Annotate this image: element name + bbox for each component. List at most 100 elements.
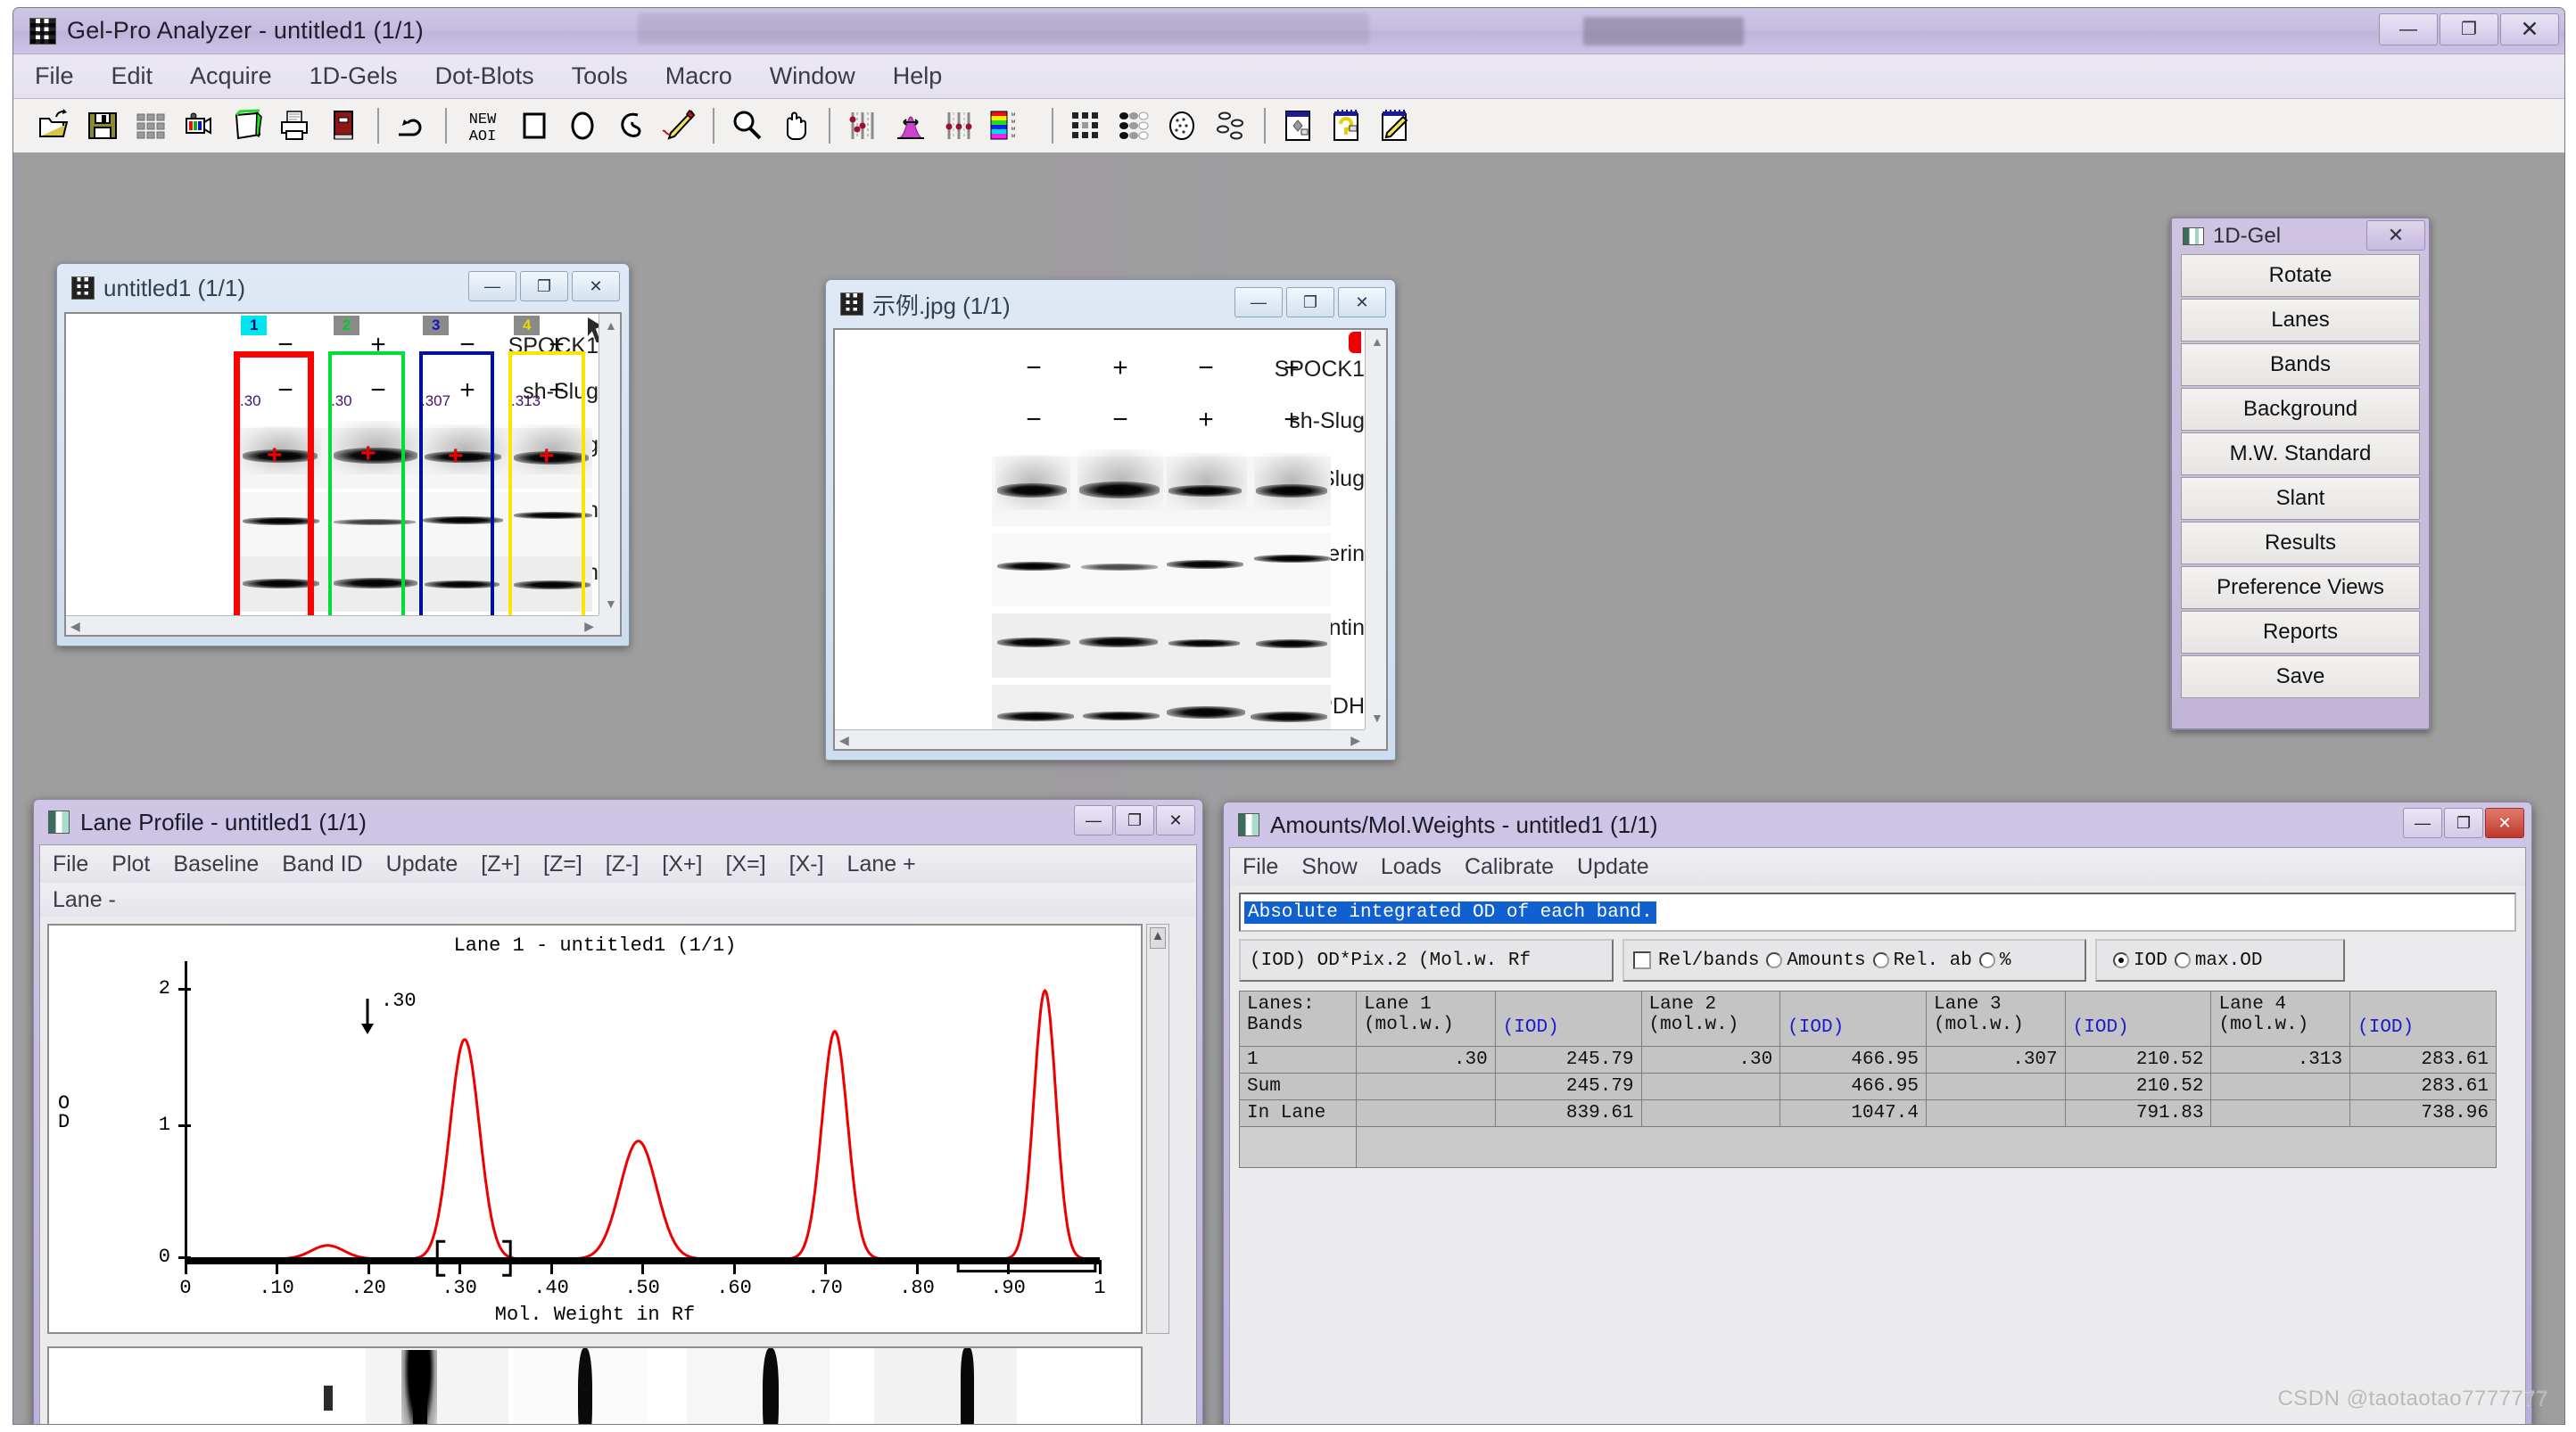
lp-menu-zplus[interactable]: [Z+] [481, 852, 520, 877]
header-lane-2[interactable]: Lane 2 (mol.w.) [1641, 992, 1780, 1047]
lane-profile-close-button[interactable]: ✕ [1156, 805, 1195, 835]
pencil-icon[interactable] [659, 106, 698, 145]
amounts-radio[interactable] [1766, 952, 1782, 968]
bands-icon[interactable] [939, 106, 978, 145]
lane-profile-maximize-button[interactable]: ❐ [1115, 805, 1154, 835]
profile-icon[interactable] [891, 106, 930, 145]
sample-minimize-button[interactable]: — [1234, 287, 1283, 317]
sample-maximize-button[interactable]: ❐ [1286, 287, 1334, 317]
lane-roi-2[interactable] [328, 351, 405, 615]
notes-icon[interactable] [1326, 106, 1366, 145]
lane-strip-preview[interactable] [47, 1346, 1143, 1425]
lane-tag-1[interactable]: 1 [241, 316, 267, 335]
dot-blot-grid-icon[interactable] [1066, 106, 1105, 145]
amounts-maximize-button[interactable]: ❐ [2444, 808, 2483, 838]
table-row[interactable]: 1 .30 245.79 .30 466.95 .307 210.52 .313… [1240, 1047, 2497, 1074]
lane-roi-3[interactable] [419, 351, 494, 615]
button-preference-views[interactable]: Preference Views [2181, 566, 2420, 609]
lane-roi-4[interactable] [508, 351, 585, 615]
amounts-close-button[interactable]: ✕ [2485, 808, 2524, 838]
menu-macro[interactable]: Macro [662, 61, 736, 92]
minimize-button[interactable]: — [2379, 13, 2438, 45]
gel-window-sample[interactable]: 示例.jpg (1/1) — ❐ ✕ SPOCK1 sh-Slug Slug E… [825, 279, 1396, 761]
lane-tag-2[interactable]: 2 [334, 316, 359, 335]
amounts-minimize-button[interactable]: — [2403, 808, 2442, 838]
lp-menu-xminus[interactable]: [X-] [789, 852, 824, 877]
gel-sheet-icon[interactable] [227, 106, 267, 145]
colorbar-icon[interactable]: wwww [987, 106, 1037, 145]
max-od-radio[interactable] [2175, 952, 2191, 968]
header-lane-2-iod[interactable]: (IOD) [1780, 992, 1927, 1047]
pan-hand-icon[interactable] [775, 106, 814, 145]
spots-icon[interactable] [1210, 106, 1250, 145]
resize-grip[interactable] [1365, 729, 1386, 749]
menu-edit[interactable]: Edit [108, 61, 157, 92]
menu-help[interactable]: Help [889, 61, 946, 92]
header-lane-4[interactable]: Lane 4 (mol.w.) [2211, 992, 2350, 1047]
button-slant[interactable]: Slant [2181, 477, 2420, 520]
grid-icon[interactable] [131, 106, 170, 145]
rel-ab-radio[interactable] [1873, 952, 1889, 968]
button-background[interactable]: Background [2181, 388, 2420, 431]
lp-menu-lane-plus[interactable]: Lane + [847, 852, 916, 877]
gel-image-canvas[interactable]: SPOCK1 sh-Slug Slug E-cadherin Vimentin … [66, 314, 599, 615]
am-menu-show[interactable]: Show [1301, 854, 1358, 880]
button-lanes[interactable]: Lanes [2181, 299, 2420, 342]
menu-dot-blots[interactable]: Dot-Blots [432, 61, 538, 92]
colony-count-icon[interactable] [1162, 106, 1201, 145]
menu-file[interactable]: File [31, 61, 78, 92]
am-menu-loads[interactable]: Loads [1381, 854, 1441, 880]
lp-menu-update[interactable]: Update [386, 852, 458, 877]
sample-close-button[interactable]: ✕ [1338, 287, 1386, 317]
button-mw-standard[interactable]: M.W. Standard [2181, 432, 2420, 475]
lp-menu-band-id[interactable]: Band ID [282, 852, 362, 877]
rel-bands-checkbox[interactable] [1633, 951, 1651, 969]
gel-minimize-button[interactable]: — [468, 271, 516, 301]
lp-menu-zeq[interactable]: [Z=] [543, 852, 582, 877]
lp-menu-zminus[interactable]: [Z-] [606, 852, 640, 877]
lane-profile-chart[interactable]: Lane 1 - untitled1 (1/1) OD 2 1 0 0 [47, 924, 1143, 1334]
button-save[interactable]: Save [2181, 655, 2420, 698]
camera-icon[interactable] [179, 106, 219, 145]
gel-window-untitled1[interactable]: untitled1 (1/1) — ❐ ✕ SPOCK1 sh-Slug Slu… [56, 263, 630, 646]
panel-1d-gel[interactable]: 1D-Gel ✕ Rotate Lanes Bands Background M… [2170, 217, 2431, 730]
button-rotate[interactable]: Rotate [2181, 254, 2420, 297]
dot-array-icon[interactable] [1114, 106, 1153, 145]
header-lane-3[interactable]: Lane 3 (mol.w.) [1927, 992, 2066, 1047]
print-icon[interactable] [276, 106, 315, 145]
am-menu-calibrate[interactable]: Calibrate [1465, 854, 1554, 880]
new-aoi-icon[interactable]: NEWAOI [459, 106, 506, 145]
lanes-icon[interactable] [843, 106, 882, 145]
panel-1d-gel-close-button[interactable]: ✕ [2366, 220, 2425, 251]
button-reports[interactable]: Reports [2181, 611, 2420, 654]
close-button[interactable]: ✕ [2500, 13, 2559, 45]
am-menu-file[interactable]: File [1243, 854, 1278, 880]
gel-vertical-scrollbar[interactable]: ▲ ▼ [599, 314, 620, 615]
header-lane-4-iod[interactable]: (IOD) [2350, 992, 2497, 1047]
lane-profile-minimize-button[interactable]: — [1074, 805, 1113, 835]
table-row[interactable]: Sum 245.79 466.95 210.52 283.61 [1240, 1074, 2497, 1100]
lane-tag-3[interactable]: 3 [423, 316, 449, 335]
book-icon[interactable] [324, 106, 363, 145]
lp-menu-file[interactable]: File [53, 852, 88, 877]
lp-menu-plot[interactable]: Plot [111, 852, 150, 877]
amounts-window[interactable]: Amounts/Mol.Weights - untitled1 (1/1) — … [1223, 802, 2532, 1425]
gel-close-button[interactable]: ✕ [572, 271, 620, 301]
lane-roi-1[interactable] [234, 351, 314, 615]
annotate-icon[interactable] [1375, 106, 1414, 145]
lp-menu-xplus[interactable]: [X+] [662, 852, 702, 877]
menu-acquire[interactable]: Acquire [186, 61, 276, 92]
menu-1d-gels[interactable]: 1D-Gels [306, 61, 401, 92]
sample-vertical-scrollbar[interactable]: ▲ ▼ [1365, 330, 1386, 729]
gel-horizontal-scrollbar[interactable]: ◀ ▶ [66, 615, 599, 635]
sample-image-canvas[interactable]: SPOCK1 sh-Slug Slug E-cadherin Vimentin … [835, 330, 1365, 729]
zoom-icon[interactable] [727, 106, 766, 145]
menu-tools[interactable]: Tools [568, 61, 632, 92]
rect-aoi-icon[interactable] [515, 106, 554, 145]
save-disk-icon[interactable] [83, 106, 122, 145]
button-bands[interactable]: Bands [2181, 343, 2420, 386]
iod-radio[interactable] [2113, 952, 2129, 968]
button-results[interactable]: Results [2181, 522, 2420, 564]
table-row[interactable]: In Lane 839.61 1047.4 791.83 738.96 [1240, 1100, 2497, 1127]
ellipse-aoi-icon[interactable] [563, 106, 602, 145]
